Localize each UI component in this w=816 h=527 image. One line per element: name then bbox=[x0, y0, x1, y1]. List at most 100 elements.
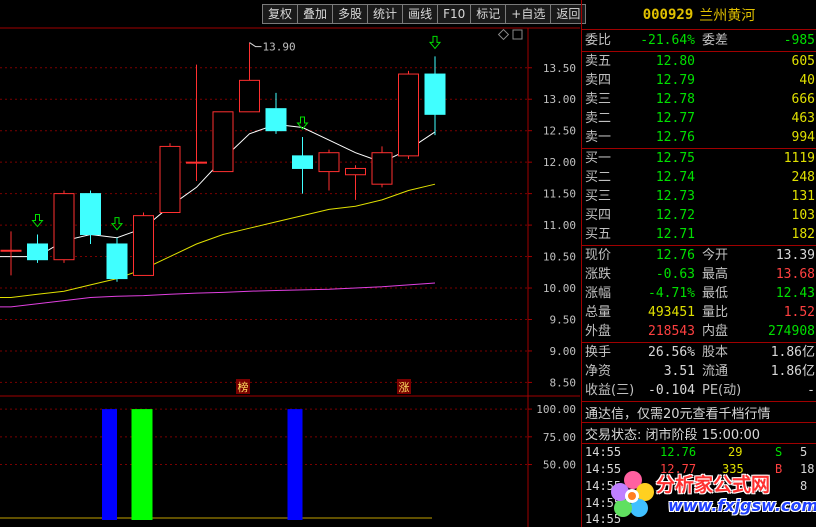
high-annotation: 13.90 bbox=[263, 41, 296, 54]
f10-button[interactable]: F10 bbox=[438, 4, 472, 24]
diamond-icon bbox=[497, 28, 510, 41]
stat-label: 现价 bbox=[585, 248, 612, 263]
candle bbox=[186, 64, 207, 182]
price-tick-label: 11.50 bbox=[543, 188, 576, 201]
fund-value: 1.86亿 bbox=[770, 364, 815, 379]
stat-label: 最低 bbox=[702, 286, 729, 301]
sell-volume: 463 bbox=[791, 111, 815, 126]
fund-label: 收益(三) bbox=[585, 383, 635, 398]
candle-body bbox=[371, 152, 393, 185]
sell-price: 12.77 bbox=[655, 111, 695, 126]
candle bbox=[345, 165, 366, 200]
high-marker-line bbox=[249, 42, 262, 48]
weibi-value: -21.64% bbox=[640, 33, 695, 48]
volume-bar bbox=[102, 409, 117, 520]
candle-body bbox=[159, 145, 181, 213]
kline-chart-area[interactable]: 13.50 13.00 12.50 12.00 11.50 11.00 10.50 10.00… bbox=[0, 0, 580, 527]
sell-price: 12.79 bbox=[655, 73, 695, 88]
stat-label: 内盘 bbox=[702, 324, 729, 339]
site-watermark: 分析家公式网 www.fxjgsw.com bbox=[610, 466, 816, 527]
candle-body bbox=[318, 152, 340, 173]
buy-row[interactable]: 买二 12.74 248 bbox=[582, 168, 816, 187]
overlay-button[interactable]: 叠加 bbox=[298, 4, 334, 24]
statistics-button[interactable]: 统计 bbox=[368, 4, 404, 24]
sell-price: 12.78 bbox=[655, 92, 695, 107]
fund-value: 26.56% bbox=[648, 345, 695, 360]
volume-tick-label: 100.00 bbox=[536, 403, 576, 416]
mark-button[interactable]: 标记 bbox=[471, 4, 507, 24]
divider bbox=[582, 422, 816, 423]
stat-value: -0.63 bbox=[655, 267, 695, 282]
ma-magenta-line bbox=[0, 282, 436, 308]
candle-body bbox=[133, 215, 154, 276]
candle-body bbox=[27, 243, 48, 261]
fund-label: 净资 bbox=[585, 364, 612, 379]
sell-price: 12.80 bbox=[655, 54, 695, 69]
buy-price: 12.73 bbox=[655, 189, 695, 204]
stat-label: 涨幅 bbox=[585, 286, 612, 301]
sell-volume: 994 bbox=[791, 130, 815, 145]
fund-row: 收益(三) -0.104 PE(动) - bbox=[582, 381, 816, 400]
candle bbox=[106, 237, 128, 282]
buy-label: 买二 bbox=[585, 170, 612, 185]
candle-body bbox=[292, 155, 313, 169]
multi-stock-button[interactable]: 多股 bbox=[333, 4, 369, 24]
stat-value: 12.43 bbox=[775, 286, 815, 301]
candle bbox=[371, 146, 393, 188]
stock-header: 000929 兰州黄河 bbox=[582, 0, 816, 30]
stat-value: 13.39 bbox=[775, 248, 815, 263]
volume-bar bbox=[131, 409, 153, 520]
price-tick-label: 10.50 bbox=[543, 251, 576, 264]
tick-volume: 29 bbox=[728, 445, 743, 459]
tick-count: 5 bbox=[800, 445, 808, 459]
stat-value: 274908 bbox=[768, 324, 815, 339]
draw-line-button[interactable]: 画线 bbox=[403, 4, 439, 24]
sell-row[interactable]: 卖四 12.79 40 bbox=[582, 71, 816, 90]
sell-row[interactable]: 卖一 12.76 994 bbox=[582, 128, 816, 147]
sell-row[interactable]: 卖三 12.78 666 bbox=[582, 90, 816, 109]
stat-label: 量比 bbox=[702, 305, 729, 320]
tick-side: S bbox=[775, 445, 783, 459]
divider bbox=[582, 401, 816, 402]
stock-code: 000929 bbox=[642, 6, 694, 23]
buy-label: 买一 bbox=[585, 151, 612, 166]
price-tick-label: 12.50 bbox=[543, 125, 576, 138]
fund-value: -0.104 bbox=[648, 383, 695, 398]
buy-row[interactable]: 买四 12.72 103 bbox=[582, 206, 816, 225]
fund-label: 股本 bbox=[702, 345, 729, 360]
volume-tick-label: 50.00 bbox=[543, 459, 576, 472]
candle-body bbox=[239, 79, 260, 113]
candle-body bbox=[424, 73, 446, 115]
buy-row[interactable]: 买一 12.75 1119 bbox=[582, 149, 816, 168]
chart-toolbar: 复权 叠加 多股 统计 画线 F10 标记 +自选 返回 bbox=[262, 4, 587, 24]
buy-row[interactable]: 买五 12.71 182 bbox=[582, 225, 816, 244]
candle bbox=[133, 212, 154, 276]
flower-logo-icon bbox=[611, 471, 654, 517]
buy-row[interactable]: 买三 12.73 131 bbox=[582, 187, 816, 206]
candle bbox=[292, 136, 313, 194]
fund-value: 1.86亿 bbox=[770, 345, 815, 360]
buy-price: 12.74 bbox=[655, 170, 695, 185]
stat-label: 外盘 bbox=[585, 324, 612, 339]
kline-chart[interactable]: 13.50 13.00 12.50 12.00 11.50 11.00 10.50 10.00… bbox=[0, 0, 580, 527]
sell-label: 卖三 bbox=[585, 92, 612, 107]
quote-panel: 000929 兰州黄河 委比 -21.64% 委差 -985 卖五 12.80 … bbox=[581, 0, 816, 527]
candle bbox=[265, 92, 287, 134]
tick-price: 12.76 bbox=[660, 445, 697, 459]
candle bbox=[398, 70, 419, 160]
tick-row: 14:55 12.76 29 S 5 bbox=[582, 445, 816, 462]
stat-value: 12.76 bbox=[655, 248, 695, 263]
buy-label: 买五 bbox=[585, 227, 612, 242]
buy-label: 买四 bbox=[585, 208, 612, 223]
sell-volume: 605 bbox=[791, 54, 815, 69]
sell-row[interactable]: 卖五 12.80 605 bbox=[582, 52, 816, 71]
stat-row: 现价 12.76 今开 13.39 bbox=[582, 246, 816, 265]
rise-badge: 涨 bbox=[399, 381, 410, 394]
restore-rights-button[interactable]: 复权 bbox=[262, 4, 299, 24]
candle-body bbox=[345, 167, 366, 176]
buy-volume: 103 bbox=[791, 208, 815, 223]
promo-notice[interactable]: 通达信，仅需20元查看千档行情 bbox=[585, 403, 771, 422]
sell-row[interactable]: 卖二 12.77 463 bbox=[582, 109, 816, 128]
add-watchlist-button[interactable]: +自选 bbox=[506, 4, 552, 24]
price-tick-label: 9.00 bbox=[550, 345, 577, 358]
